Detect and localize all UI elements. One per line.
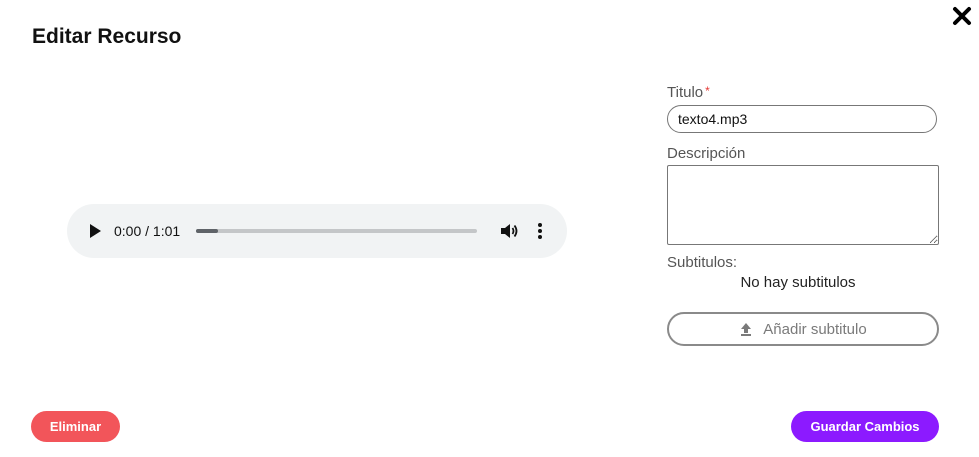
seek-bar-progress	[196, 229, 219, 233]
description-textarea[interactable]	[667, 165, 939, 245]
required-mark: *	[705, 84, 710, 98]
dialog-title: Editar Recurso	[32, 25, 182, 48]
description-label: Descripción	[667, 145, 746, 162]
playback-time: 0:00 / 1:01	[114, 223, 181, 239]
save-changes-button[interactable]: Guardar Cambios	[791, 411, 939, 442]
close-icon[interactable]	[950, 4, 974, 28]
audio-player[interactable]: 0:00 / 1:01	[67, 204, 567, 258]
subtitles-label: Subtitulos:	[667, 254, 738, 271]
add-subtitle-button[interactable]: Añadir subtitulo	[667, 312, 939, 346]
more-vertical-icon[interactable]	[533, 221, 547, 241]
volume-icon[interactable]	[499, 221, 519, 241]
upload-icon	[739, 322, 753, 336]
title-input[interactable]	[667, 105, 937, 133]
play-icon[interactable]	[87, 223, 103, 239]
title-label: Titulo *	[667, 84, 710, 101]
add-subtitle-label: Añadir subtitulo	[763, 320, 867, 338]
title-label-text: Titulo	[667, 84, 704, 101]
delete-button[interactable]: Eliminar	[31, 411, 120, 442]
seek-bar[interactable]	[196, 229, 477, 233]
no-subtitles-text: No hay subtitulos	[740, 274, 856, 291]
